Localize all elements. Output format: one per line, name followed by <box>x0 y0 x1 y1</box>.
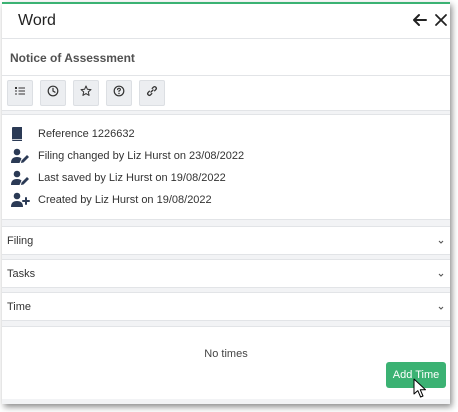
book-icon <box>10 125 32 143</box>
time-list: No times <box>2 326 450 399</box>
favourite-button[interactable] <box>73 80 99 106</box>
user-plus-icon <box>10 191 32 209</box>
info-last-saved: Last saved by Liz Hurst on 19/08/2022 <box>10 169 226 187</box>
info-created: Created by Liz Hurst on 19/08/2022 <box>10 191 212 209</box>
document-subject-bar: Notice of Assessment <box>2 39 450 76</box>
chevron-down-icon <box>436 300 446 310</box>
user-edit-icon <box>10 169 32 187</box>
star-icon <box>80 84 92 102</box>
list-icon <box>14 84 26 102</box>
help-button[interactable] <box>106 80 132 106</box>
link-icon <box>146 84 158 102</box>
toolbar <box>2 76 450 111</box>
clock-icon <box>47 84 59 102</box>
panel-header: Word <box>2 4 450 39</box>
info-text: Filing changed by Liz Hurst on 23/08/202… <box>38 150 245 162</box>
panel-title: Word <box>18 12 56 29</box>
section-tasks[interactable]: Tasks <box>2 259 450 288</box>
history-button[interactable] <box>40 80 66 106</box>
link-button[interactable] <box>139 80 165 106</box>
info-filing-changed: Filing changed by Liz Hurst on 23/08/202… <box>10 147 244 165</box>
chevron-down-icon <box>436 267 446 277</box>
list-button[interactable] <box>7 80 33 106</box>
arrow-left-icon[interactable] <box>411 11 429 29</box>
section-label: Time <box>7 301 32 313</box>
user-edit-icon <box>10 147 32 165</box>
empty-times-message: No times <box>204 348 248 360</box>
chevron-down-icon <box>436 234 446 244</box>
document-info: Reference 1226632 Filing changed by Liz … <box>2 114 450 220</box>
section-label: Filing <box>7 235 34 247</box>
info-text: Last saved by Liz Hurst on 19/08/2022 <box>38 172 226 184</box>
document-subject: Notice of Assessment <box>10 51 135 65</box>
section-label: Tasks <box>7 268 36 280</box>
section-time[interactable]: Time <box>2 292 450 321</box>
info-text: Created by Liz Hurst on 19/08/2022 <box>38 194 212 206</box>
word-panel: Word Notice of Assessment Reference 1226… <box>2 2 450 404</box>
mouse-cursor-icon <box>413 378 429 400</box>
help-circle-icon <box>113 84 125 102</box>
info-text: Reference 1226632 <box>38 128 135 140</box>
info-reference: Reference 1226632 <box>10 125 135 143</box>
section-filing[interactable]: Filing <box>2 226 450 255</box>
close-icon[interactable] <box>432 11 450 29</box>
